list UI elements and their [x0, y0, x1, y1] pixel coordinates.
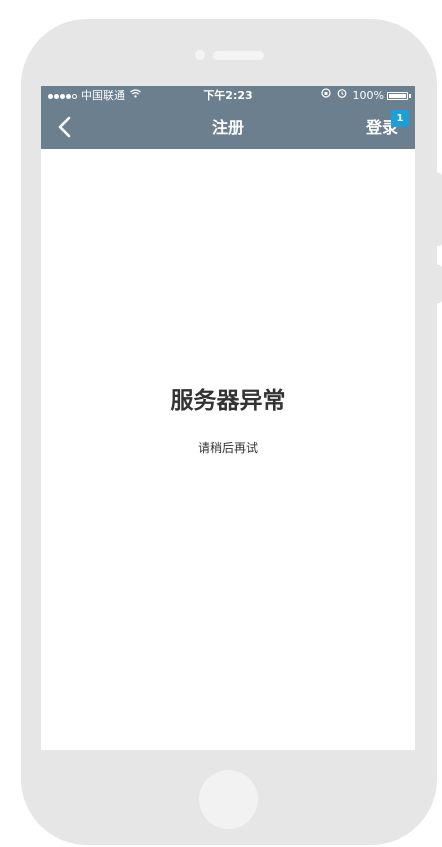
status-right: 100%	[320, 86, 411, 106]
page-title: 注册	[211, 118, 244, 137]
battery-percent: 100%	[352, 89, 384, 102]
home-button[interactable]	[199, 770, 258, 829]
battery-icon	[387, 92, 408, 100]
notification-badge: 1	[391, 110, 409, 127]
app-screen: 中国联通 下午2:23 100% 注册 登录 1 服务器异常 请稍后再试	[41, 86, 415, 750]
navigation-bar: 注册 登录	[41, 106, 415, 149]
battery-tip	[409, 94, 411, 98]
side-button-upper	[437, 173, 442, 246]
alarm-icon	[337, 86, 347, 106]
status-bar: 中国联通 下午2:23 100%	[41, 86, 415, 106]
header-bar: 中国联通 下午2:23 100% 注册 登录	[41, 86, 415, 149]
earpiece-speaker	[213, 51, 264, 60]
error-message: 请稍后再试	[197, 441, 258, 455]
rotation-lock-icon	[320, 86, 331, 106]
side-button-lower	[437, 265, 442, 303]
error-title: 服务器异常	[170, 388, 286, 414]
back-chevron-icon[interactable]	[55, 115, 77, 139]
front-camera	[195, 50, 205, 60]
